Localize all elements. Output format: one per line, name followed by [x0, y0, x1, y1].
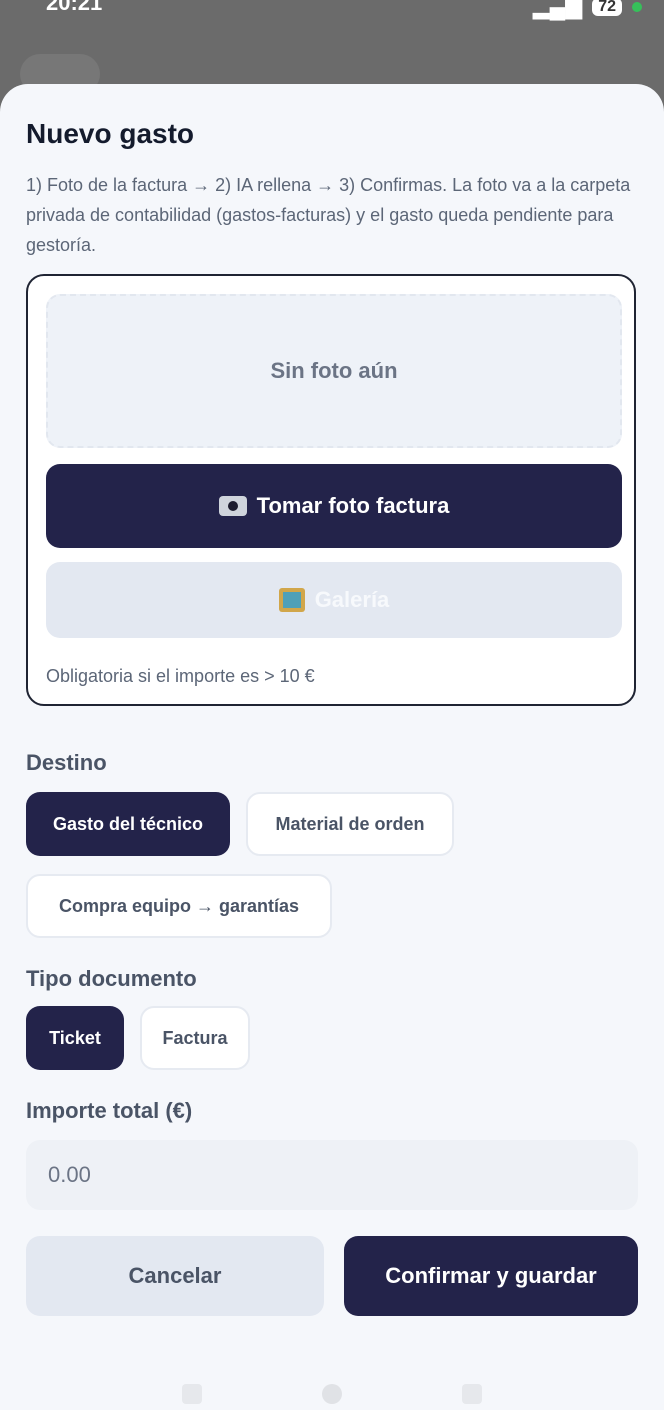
- sheet-title: Nuevo gasto: [26, 118, 195, 149]
- destino-option-compra-equipo[interactable]: Compra equipo → garantías: [26, 874, 332, 938]
- photo-required-note: Obligatoria si el importe es > 10 €: [46, 666, 315, 686]
- cancel-button[interactable]: Cancelar: [26, 1236, 324, 1316]
- new-expense-sheet: Nuevo gasto 1) Foto de la factura → 2) I…: [0, 84, 664, 1410]
- tipo-option-factura[interactable]: Factura: [140, 1006, 250, 1070]
- home-icon[interactable]: [322, 1384, 342, 1404]
- destino-option-gasto-tecnico[interactable]: Gasto del técnico: [26, 792, 230, 856]
- destino-option-material-orden[interactable]: Material de orden: [246, 792, 454, 856]
- recording-dot-icon: [632, 2, 642, 12]
- signal-icon: ▂▄▆: [532, 0, 583, 19]
- importe-input[interactable]: [26, 1140, 638, 1210]
- picture-icon: [278, 588, 305, 612]
- cancel-button-label: Cancelar: [128, 1263, 222, 1288]
- back-icon[interactable]: [462, 1384, 482, 1404]
- tipo-option-ticket[interactable]: Ticket: [26, 1006, 124, 1070]
- system-nav-bar: [0, 1384, 664, 1410]
- sheet-description: 1) Foto de la factura → 2) IA rellena → …: [26, 175, 631, 255]
- take-photo-label: Tomar foto factura: [256, 493, 450, 518]
- confirm-button-label: Confirmar y guardar: [385, 1263, 597, 1288]
- status-bar: 20:21 ▂▄▆ 72: [0, 0, 664, 20]
- photo-card: Sin foto aún Tomar foto factura Galería …: [26, 274, 636, 706]
- battery-icon: 72: [592, 0, 622, 16]
- destino-option-label: Material de orden: [275, 813, 425, 834]
- status-time: 20:21: [46, 0, 103, 15]
- destino-option-label: Gasto del técnico: [52, 813, 204, 834]
- recent-apps-icon[interactable]: [182, 1384, 202, 1404]
- tipo-option-label: Factura: [162, 1027, 228, 1048]
- camera-icon: [218, 496, 247, 516]
- gallery-button[interactable]: Galería: [46, 562, 622, 638]
- destino-option-label: Compra equipo → garantías: [58, 895, 300, 916]
- take-photo-button[interactable]: Tomar foto factura: [46, 464, 622, 548]
- destino-label: Destino: [26, 750, 107, 775]
- photo-placeholder[interactable]: Sin foto aún: [46, 294, 622, 448]
- status-icons: ▂▄▆ 72: [533, 0, 642, 20]
- importe-label: Importe total (€): [26, 1098, 193, 1123]
- confirm-save-button[interactable]: Confirmar y guardar: [344, 1236, 638, 1316]
- gallery-label: Galería: [314, 587, 390, 612]
- photo-placeholder-text: Sin foto aún: [270, 358, 398, 383]
- tipo-documento-label: Tipo documento: [26, 966, 197, 991]
- tipo-option-label: Ticket: [49, 1027, 101, 1048]
